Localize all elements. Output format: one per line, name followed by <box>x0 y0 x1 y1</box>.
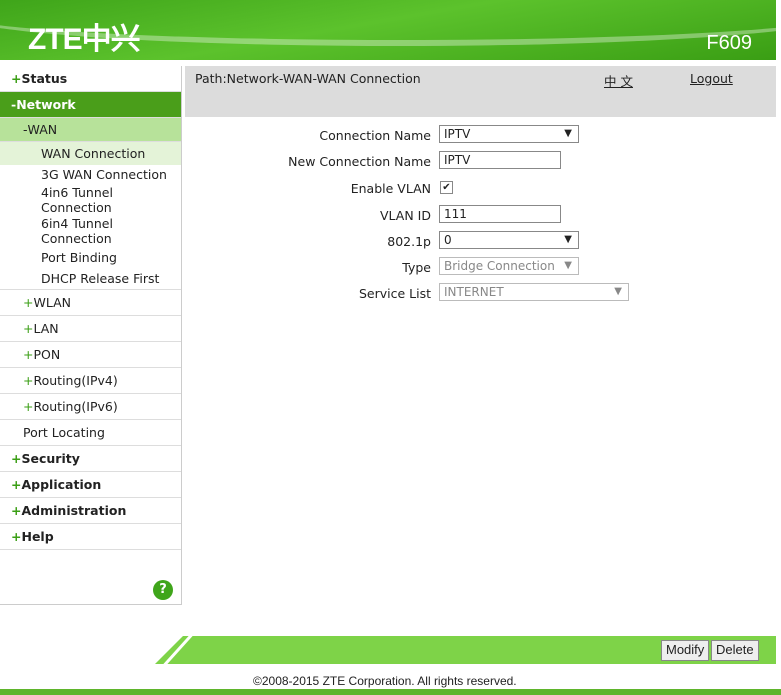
sidebar-item-wan-connection[interactable]: WAN Connection <box>0 142 181 165</box>
label: Port Locating <box>23 425 105 440</box>
label: PON <box>33 347 61 362</box>
sidebar-item-wan[interactable]: - WAN <box>0 118 181 142</box>
sidebar-item-dhcp-release[interactable]: DHCP Release First <box>0 268 181 290</box>
sidebar-item-routing-ipv6[interactable]: + Routing(IPv6) <box>0 394 181 420</box>
logout-link[interactable]: Logout <box>690 71 733 86</box>
label: LAN <box>33 321 59 336</box>
service-list-row: Service List INTERNET <box>185 283 776 303</box>
label: Security <box>21 451 80 466</box>
header-banner: ZTE中兴 F609 <box>0 0 776 60</box>
sidebar-item-help[interactable]: + Help <box>0 524 181 550</box>
label: Service List <box>358 286 431 301</box>
sidebar-item-security[interactable]: + Security <box>0 446 181 472</box>
label: Network <box>16 97 76 112</box>
zte-logo: ZTE中兴 <box>28 23 141 56</box>
sidebar-item-wlan[interactable]: + WLAN <box>0 290 181 316</box>
sidebar-item-network[interactable]: - Network <box>0 92 181 118</box>
label: Connection Name <box>319 128 431 143</box>
label: New Connection Name <box>288 154 431 169</box>
breadcrumb: Path:Network-WAN-WAN Connection <box>195 71 421 86</box>
label: Type <box>402 260 431 275</box>
service-list-select[interactable]: INTERNET <box>439 283 629 301</box>
vlan-id-input[interactable]: 111 <box>439 205 561 223</box>
new-connection-name-row: New Connection Name IPTV <box>185 151 776 171</box>
copyright: ©2008-2015 ZTE Corporation. All rights r… <box>253 674 517 688</box>
sidebar-item-status[interactable]: + Status <box>0 66 181 92</box>
label: Application <box>21 477 102 492</box>
new-connection-name-input[interactable]: IPTV <box>439 151 561 169</box>
sidebar-item-administration[interactable]: + Administration <box>0 498 181 524</box>
help-icon[interactable]: ? <box>153 580 173 600</box>
label: WLAN <box>33 295 71 310</box>
label: VLAN ID <box>380 208 431 223</box>
language-link[interactable]: 中 文 <box>604 71 633 90</box>
sidebar-item-application[interactable]: + Application <box>0 472 181 498</box>
label: 802.1p <box>387 234 431 249</box>
sidebar-item-port-locating[interactable]: Port Locating <box>0 420 181 446</box>
label: Administration <box>21 503 127 518</box>
type-row: Type Bridge Connection <box>185 257 776 277</box>
path-bar: Path:Network-WAN-WAN Connection 中 文 Logo… <box>185 66 776 117</box>
sidebar-item-port-binding[interactable]: Port Binding <box>0 247 181 268</box>
label: Status <box>21 71 68 86</box>
enable-vlan-checkbox[interactable]: ✔ <box>440 181 453 194</box>
sidebar-item-lan[interactable]: + LAN <box>0 316 181 342</box>
label: WAN <box>27 122 58 137</box>
sidebar-item-pon[interactable]: + PON <box>0 342 181 368</box>
dot1p-row: 802.1p 0 <box>185 231 776 251</box>
label: Routing(IPv4) <box>33 373 118 388</box>
vlan-id-row: VLAN ID 111 <box>185 205 776 225</box>
sidebar-item-3g-wan[interactable]: 3G WAN Connection <box>0 165 181 184</box>
connection-name-select[interactable]: IPTV <box>439 125 579 143</box>
model-name: F609 <box>706 32 752 54</box>
sidebar-item-6in4[interactable]: 6in4 Tunnel Connection <box>0 215 120 247</box>
label: Help <box>21 529 54 544</box>
bottom-line <box>0 689 781 695</box>
label: Enable VLAN <box>350 181 431 196</box>
type-select[interactable]: Bridge Connection <box>439 257 579 275</box>
connection-name-row: Connection Name IPTV <box>185 125 776 145</box>
label: Routing(IPv6) <box>33 399 118 414</box>
sidebar-item-routing-ipv4[interactable]: + Routing(IPv4) <box>0 368 181 394</box>
modify-button[interactable]: Modify <box>661 640 710 661</box>
enable-vlan-row: Enable VLAN ✔ <box>185 178 776 198</box>
sidebar-item-4in6[interactable]: 4in6 Tunnel Connection <box>0 184 120 215</box>
sidebar: + Status - Network - WAN WAN Connection 3G … <box>0 66 182 605</box>
delete-button[interactable]: Delete <box>711 640 759 661</box>
dot1p-select[interactable]: 0 <box>439 231 579 249</box>
